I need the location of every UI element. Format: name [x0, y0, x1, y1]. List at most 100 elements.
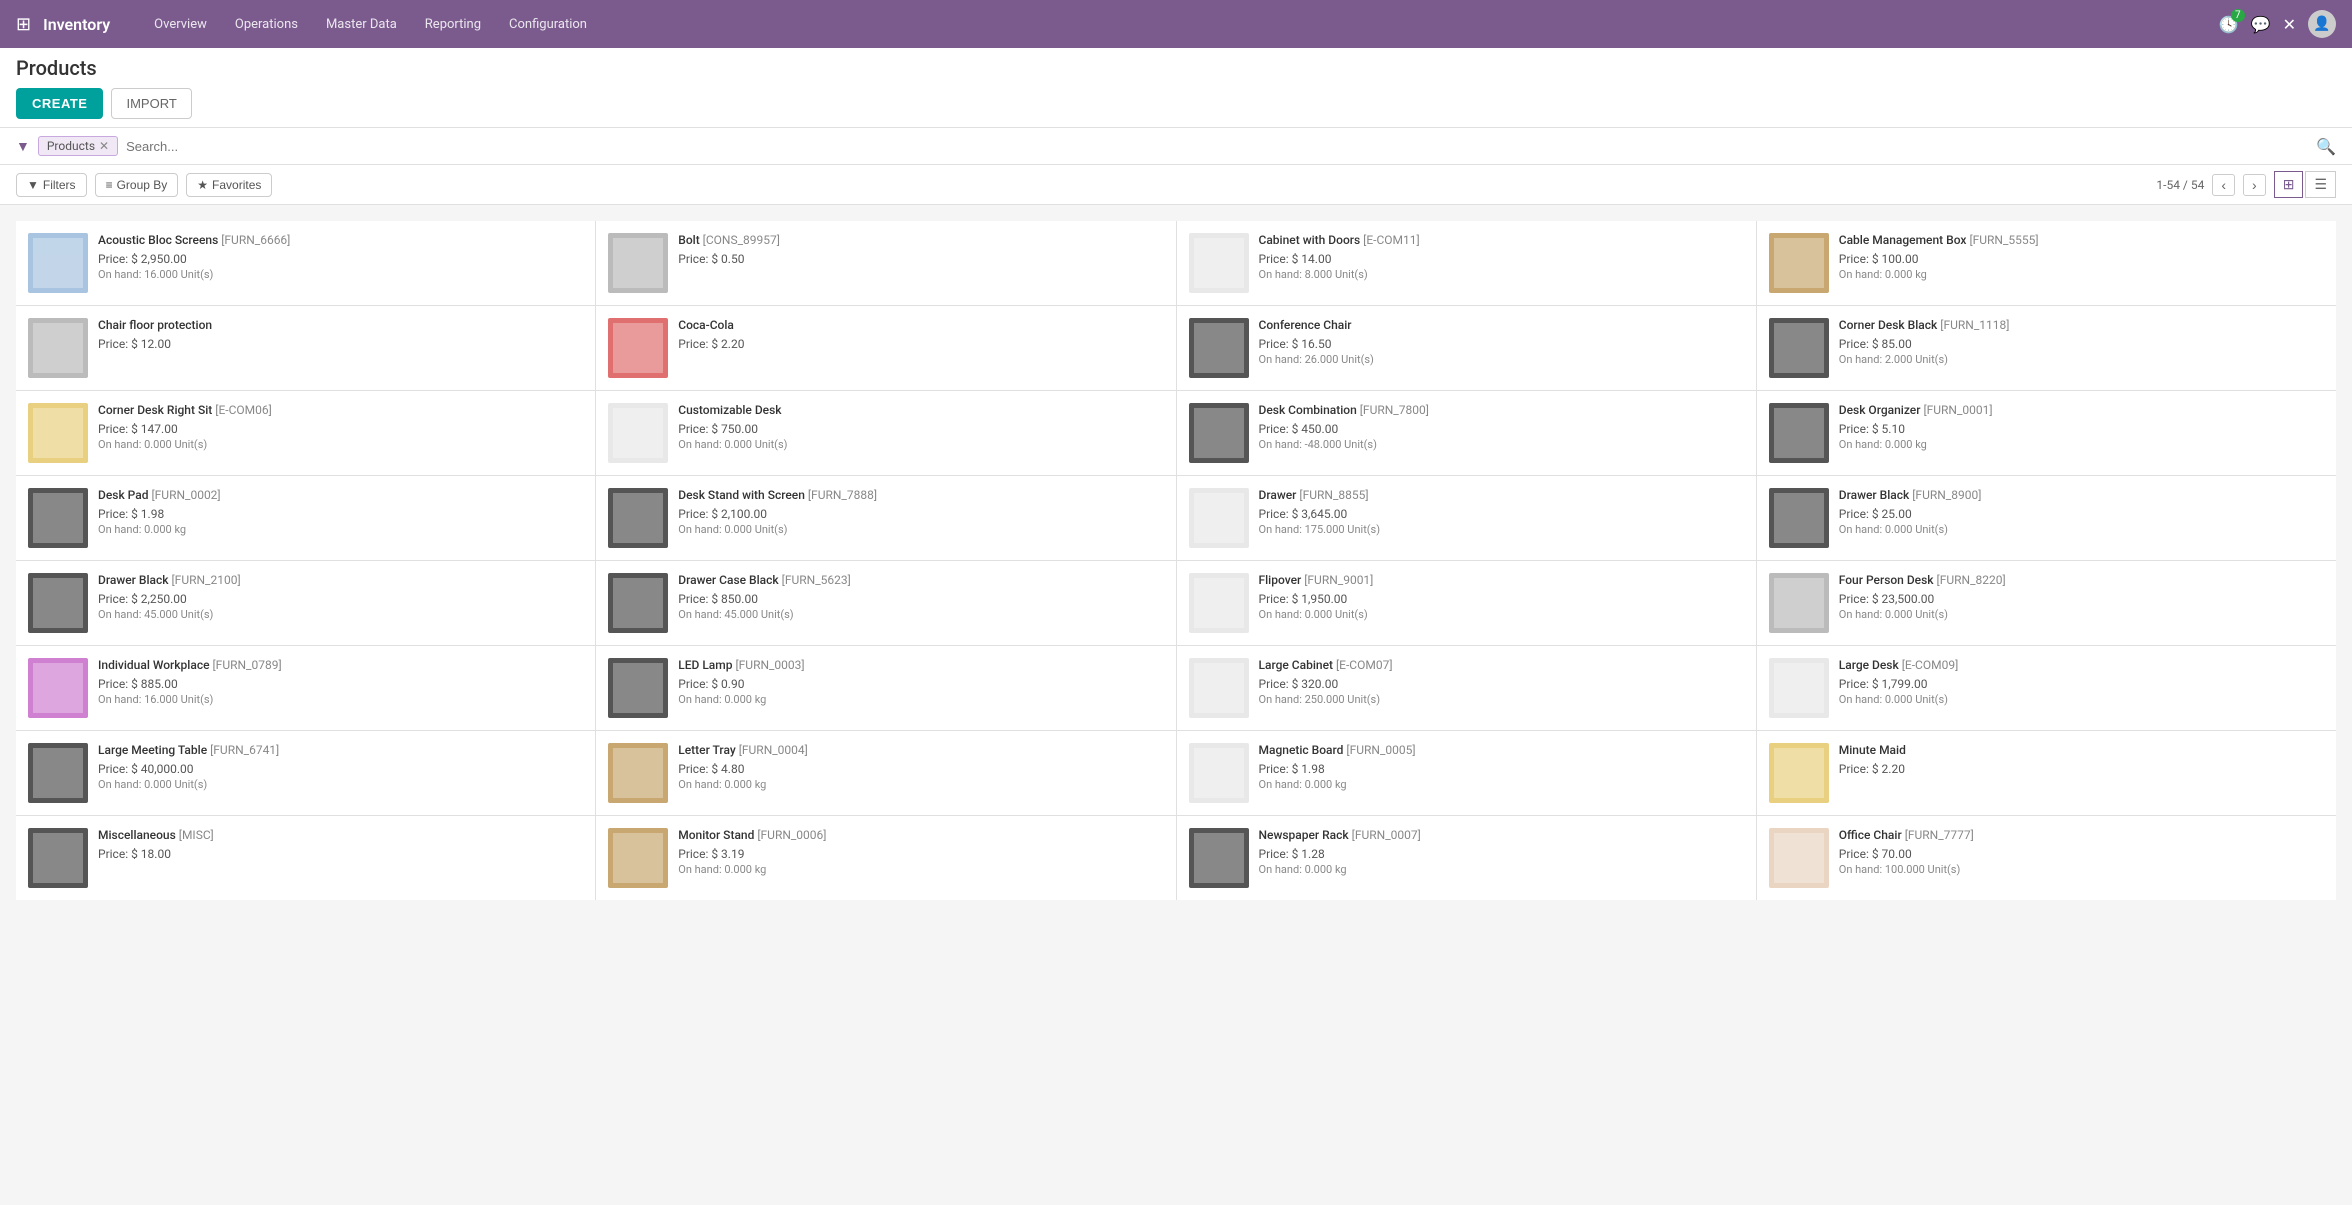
- product-card[interactable]: Miscellaneous [MISC] Price: $ 18.00: [16, 816, 595, 900]
- product-card[interactable]: Flipover [FURN_9001] Price: $ 1,950.00 O…: [1177, 561, 1756, 645]
- product-image: [1189, 403, 1249, 463]
- product-stock: On hand: 250.000 Unit(s): [1259, 693, 1744, 706]
- search-input[interactable]: [126, 139, 2316, 154]
- product-card[interactable]: Minute Maid Price: $ 2.20: [1757, 731, 2336, 815]
- product-image: [1189, 828, 1249, 888]
- product-code: [FURN_6741]: [210, 743, 279, 757]
- product-card[interactable]: Chair floor protection Price: $ 12.00: [16, 306, 595, 390]
- product-card[interactable]: Four Person Desk [FURN_8220] Price: $ 23…: [1757, 561, 2336, 645]
- app-name: Inventory: [43, 15, 110, 34]
- user-avatar[interactable]: 👤: [2308, 10, 2336, 38]
- product-card[interactable]: Large Meeting Table [FURN_6741] Price: $…: [16, 731, 595, 815]
- product-price: Price: $ 1,799.00: [1839, 677, 2324, 691]
- product-image: [28, 573, 88, 633]
- toolbar: ▼ Filters ≡ Group By ★ Favorites 1-54 / …: [0, 165, 2352, 205]
- product-name: Desk Organizer [FURN_0001]: [1839, 403, 2324, 419]
- product-info: LED Lamp [FURN_0003] Price: $ 0.90 On ha…: [678, 658, 1163, 706]
- product-info: Newspaper Rack [FURN_0007] Price: $ 1.28…: [1259, 828, 1744, 876]
- product-info: Minute Maid Price: $ 2.20: [1839, 743, 2324, 778]
- product-code: [FURN_7888]: [808, 488, 877, 502]
- product-price: Price: $ 40,000.00: [98, 762, 583, 776]
- product-card[interactable]: Cabinet with Doors [E-COM11] Price: $ 14…: [1177, 221, 1756, 305]
- filters-button[interactable]: ▼ Filters: [16, 173, 87, 197]
- product-card[interactable]: Office Chair [FURN_7777] Price: $ 70.00 …: [1757, 816, 2336, 900]
- product-image: [608, 403, 668, 463]
- nav-operations[interactable]: Operations: [223, 11, 310, 38]
- product-card[interactable]: Coca-Cola Price: $ 2.20: [596, 306, 1175, 390]
- product-card[interactable]: Desk Pad [FURN_0002] Price: $ 1.98 On ha…: [16, 476, 595, 560]
- product-code: [FURN_8900]: [1912, 488, 1981, 502]
- nav-configuration[interactable]: Configuration: [497, 11, 599, 38]
- product-name: Corner Desk Right Sit [E-COM06]: [98, 403, 583, 419]
- product-name: Desk Stand with Screen [FURN_7888]: [678, 488, 1163, 504]
- product-info: Desk Pad [FURN_0002] Price: $ 1.98 On ha…: [98, 488, 583, 536]
- product-info: Magnetic Board [FURN_0005] Price: $ 1.98…: [1259, 743, 1744, 791]
- product-card[interactable]: LED Lamp [FURN_0003] Price: $ 0.90 On ha…: [596, 646, 1175, 730]
- product-card[interactable]: Drawer [FURN_8855] Price: $ 3,645.00 On …: [1177, 476, 1756, 560]
- product-card[interactable]: Corner Desk Black [FURN_1118] Price: $ 8…: [1757, 306, 2336, 390]
- product-card[interactable]: Large Cabinet [E-COM07] Price: $ 320.00 …: [1177, 646, 1756, 730]
- product-stock: On hand: 0.000 kg: [1839, 438, 2324, 451]
- product-card[interactable]: Letter Tray [FURN_0004] Price: $ 4.80 On…: [596, 731, 1175, 815]
- product-card[interactable]: Desk Organizer [FURN_0001] Price: $ 5.10…: [1757, 391, 2336, 475]
- product-image: [1769, 658, 1829, 718]
- product-name: Individual Workplace [FURN_0789]: [98, 658, 583, 674]
- create-button[interactable]: CREATE: [16, 88, 103, 119]
- product-name: Drawer Black [FURN_8900]: [1839, 488, 2324, 504]
- product-card[interactable]: Large Desk [E-COM09] Price: $ 1,799.00 O…: [1757, 646, 2336, 730]
- close-icon[interactable]: ✕: [2283, 15, 2296, 34]
- product-image: [1189, 743, 1249, 803]
- product-price: Price: $ 12.00: [98, 337, 583, 351]
- product-stock: On hand: 100.000 Unit(s): [1839, 863, 2324, 876]
- group-by-button[interactable]: ≡ Group By: [95, 173, 179, 197]
- page-title: Products: [16, 56, 2336, 80]
- product-card[interactable]: Drawer Black [FURN_2100] Price: $ 2,250.…: [16, 561, 595, 645]
- product-name: Flipover [FURN_9001]: [1259, 573, 1744, 589]
- product-stock: On hand: 16.000 Unit(s): [98, 268, 583, 281]
- product-card[interactable]: Drawer Case Black [FURN_5623] Price: $ 8…: [596, 561, 1175, 645]
- product-image: [1189, 488, 1249, 548]
- product-image: [608, 658, 668, 718]
- product-name: Large Desk [E-COM09]: [1839, 658, 2324, 674]
- product-card[interactable]: Monitor Stand [FURN_0006] Price: $ 3.19 …: [596, 816, 1175, 900]
- product-card[interactable]: Individual Workplace [FURN_0789] Price: …: [16, 646, 595, 730]
- import-button[interactable]: IMPORT: [111, 88, 191, 119]
- product-card[interactable]: Customizable Desk Price: $ 750.00 On han…: [596, 391, 1175, 475]
- product-stock: On hand: 0.000 Unit(s): [678, 523, 1163, 536]
- product-name: Drawer Case Black [FURN_5623]: [678, 573, 1163, 589]
- product-image: [28, 658, 88, 718]
- product-image: [28, 403, 88, 463]
- prev-page-button[interactable]: ‹: [2212, 174, 2235, 196]
- product-card[interactable]: Magnetic Board [FURN_0005] Price: $ 1.98…: [1177, 731, 1756, 815]
- list-view-button[interactable]: ☰: [2305, 171, 2336, 198]
- product-name: Coca-Cola: [678, 318, 1163, 334]
- product-info: Cable Management Box [FURN_5555] Price: …: [1839, 233, 2324, 281]
- grid-menu-icon[interactable]: ⊞: [16, 14, 31, 35]
- chat-icon[interactable]: 💬: [2251, 15, 2271, 34]
- product-name: Drawer Black [FURN_2100]: [98, 573, 583, 589]
- nav-overview[interactable]: Overview: [142, 11, 219, 38]
- nav-master-data[interactable]: Master Data: [314, 11, 409, 38]
- product-card[interactable]: Corner Desk Right Sit [E-COM06] Price: $…: [16, 391, 595, 475]
- search-tag-products[interactable]: Products ✕: [38, 136, 118, 156]
- product-card[interactable]: Bolt [CONS_89957] Price: $ 0.50: [596, 221, 1175, 305]
- product-code: [FURN_5623]: [782, 573, 851, 587]
- search-submit-icon[interactable]: 🔍: [2316, 137, 2336, 156]
- grid-view-button[interactable]: ⊞: [2274, 171, 2304, 198]
- product-card[interactable]: Drawer Black [FURN_8900] Price: $ 25.00 …: [1757, 476, 2336, 560]
- activity-icon[interactable]: 🕓 7: [2219, 15, 2239, 34]
- product-card[interactable]: Desk Stand with Screen [FURN_7888] Price…: [596, 476, 1175, 560]
- product-card[interactable]: Acoustic Bloc Screens [FURN_6666] Price:…: [16, 221, 595, 305]
- product-price: Price: $ 2.20: [678, 337, 1163, 351]
- product-code: [FURN_1118]: [1940, 318, 2009, 332]
- product-price: Price: $ 2,950.00: [98, 252, 583, 266]
- product-card[interactable]: Cable Management Box [FURN_5555] Price: …: [1757, 221, 2336, 305]
- product-card[interactable]: Conference Chair Price: $ 16.50 On hand:…: [1177, 306, 1756, 390]
- nav-reporting[interactable]: Reporting: [413, 11, 493, 38]
- product-card[interactable]: Newspaper Rack [FURN_0007] Price: $ 1.28…: [1177, 816, 1756, 900]
- next-page-button[interactable]: ›: [2243, 174, 2266, 196]
- product-card[interactable]: Desk Combination [FURN_7800] Price: $ 45…: [1177, 391, 1756, 475]
- product-info: Coca-Cola Price: $ 2.20: [678, 318, 1163, 353]
- search-tag-remove[interactable]: ✕: [99, 139, 109, 153]
- favorites-button[interactable]: ★ Favorites: [186, 173, 272, 197]
